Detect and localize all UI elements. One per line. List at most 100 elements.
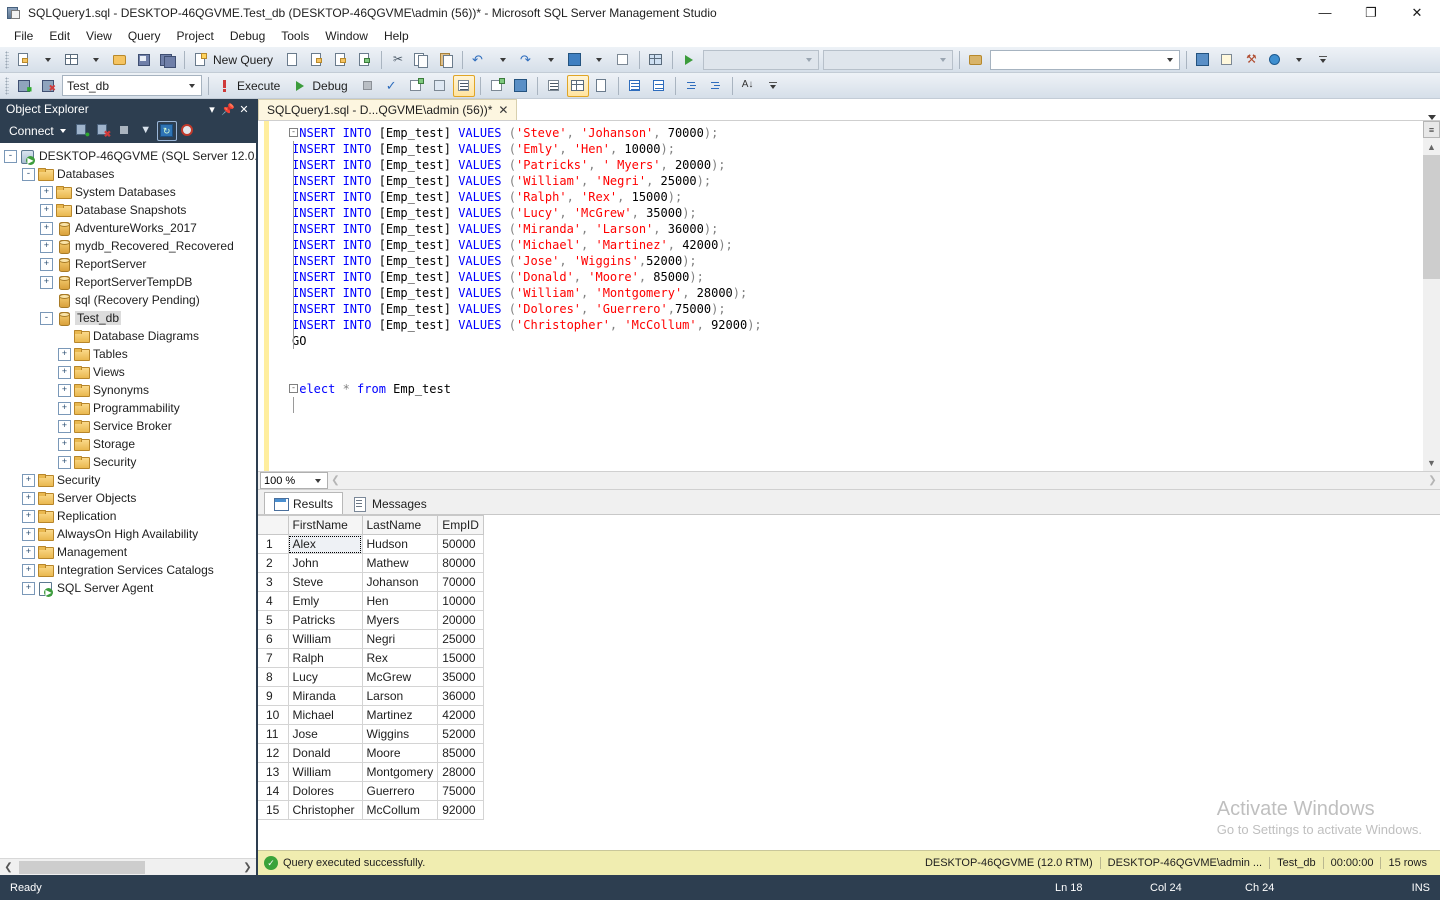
table-cell[interactable]: 75000: [437, 781, 485, 801]
table-row[interactable]: 15 Christopher McCollum 92000: [258, 800, 485, 820]
table-cell[interactable]: 36000: [437, 686, 485, 706]
table-row[interactable]: 14 Dolores Guerrero 75000: [258, 781, 485, 801]
tab-results[interactable]: Results: [264, 492, 344, 514]
tree-node[interactable]: Database Diagrams: [0, 327, 256, 345]
tabstrip-overflow[interactable]: [1428, 115, 1440, 120]
tree-node[interactable]: + Views: [0, 363, 256, 381]
menu-view[interactable]: View: [78, 26, 120, 46]
row-number[interactable]: 1: [258, 534, 289, 554]
tree-node[interactable]: + Integration Services Catalogs: [0, 561, 256, 579]
collapse-icon[interactable]: -: [4, 149, 17, 163]
fold-collapse-icon[interactable]: -: [289, 128, 298, 137]
menu-tools[interactable]: Tools: [273, 26, 317, 46]
table-cell[interactable]: William: [287, 762, 363, 782]
start-debug-button[interactable]: [678, 49, 700, 71]
table-cell[interactable]: Dolores: [287, 781, 363, 801]
table-cell[interactable]: Larson: [361, 686, 439, 706]
sql-toolbar-overflow-button[interactable]: [762, 75, 784, 97]
results-to-text-button[interactable]: [543, 75, 565, 97]
table-cell[interactable]: 92000: [437, 800, 485, 820]
row-number[interactable]: 7: [258, 648, 289, 668]
table-cell[interactable]: Montgomery: [361, 762, 439, 782]
tab-sqlquery1[interactable]: SQLQuery1.sql - D...QGVME\admin (56))* ✕: [258, 99, 518, 120]
editor-vscrollbar[interactable]: ≡ ▲ ▼: [1423, 121, 1440, 471]
row-number[interactable]: 10: [258, 705, 289, 725]
open-file-button[interactable]: [109, 49, 131, 71]
expand-icon[interactable]: +: [22, 527, 35, 541]
tree-node[interactable]: + Security: [0, 453, 256, 471]
panel-menu-chevron-icon[interactable]: ▾: [204, 103, 220, 116]
sort-az-button[interactable]: A↓: [738, 75, 760, 97]
table-cell[interactable]: Moore: [361, 743, 439, 763]
save-button[interactable]: [133, 49, 155, 71]
tree-node[interactable]: + mydb_Recovered_Recovered: [0, 237, 256, 255]
collapse-icon[interactable]: -: [22, 167, 35, 181]
menu-help[interactable]: Help: [376, 26, 417, 46]
new-item-button[interactable]: [61, 49, 83, 71]
refresh-button[interactable]: ↻: [156, 120, 177, 141]
tree-node[interactable]: + SQL Server Agent: [0, 579, 256, 597]
new-database-query-button[interactable]: [282, 49, 304, 71]
table-row[interactable]: 8 Lucy McGrew 35000: [258, 667, 485, 687]
table-cell[interactable]: Guerrero: [361, 781, 439, 801]
tree-node[interactable]: + AdventureWorks_2017: [0, 219, 256, 237]
cancel-executing-query-button[interactable]: [357, 75, 379, 97]
new-query-button[interactable]: New Query: [190, 49, 280, 71]
expand-icon[interactable]: +: [58, 437, 71, 451]
expand-icon[interactable]: +: [22, 581, 35, 595]
expand-icon[interactable]: +: [22, 545, 35, 559]
row-number[interactable]: 11: [258, 724, 289, 744]
table-row[interactable]: 9 Miranda Larson 36000: [258, 686, 485, 706]
menu-project[interactable]: Project: [169, 26, 222, 46]
chevron-down-icon[interactable]: [184, 77, 199, 95]
scroll-left-icon[interactable]: ❮: [0, 862, 17, 873]
row-number[interactable]: 14: [258, 781, 289, 801]
table-cell[interactable]: Patricks: [287, 610, 363, 630]
table-cell[interactable]: 80000: [437, 553, 485, 573]
execute-button[interactable]: Execute: [214, 75, 287, 97]
table-cell[interactable]: Johanson: [361, 572, 439, 592]
toolbar-options-button[interactable]: [1312, 49, 1334, 71]
row-number[interactable]: 12: [258, 743, 289, 763]
table-cell[interactable]: Christopher: [287, 800, 363, 820]
redo-button[interactable]: ↶: [516, 49, 538, 71]
table-cell[interactable]: 28000: [437, 762, 485, 782]
column-header[interactable]: FirstName: [287, 515, 363, 535]
table-cell[interactable]: Michael: [287, 705, 363, 725]
fold-collapse-icon[interactable]: -: [289, 384, 298, 393]
table-row[interactable]: 11 Jose Wiggins 52000: [258, 724, 485, 744]
toolbar-overflow-button[interactable]: [1288, 49, 1310, 71]
table-cell[interactable]: Lucy: [287, 667, 363, 687]
table-cell[interactable]: 35000: [437, 667, 485, 687]
copy-button[interactable]: [411, 49, 433, 71]
undo-dropdown[interactable]: [492, 49, 514, 71]
table-cell[interactable]: Donald: [287, 743, 363, 763]
chevron-down-icon[interactable]: [801, 51, 816, 69]
menu-edit[interactable]: Edit: [41, 26, 78, 46]
table-row[interactable]: 2 John Mathew 80000: [258, 553, 485, 573]
table-cell[interactable]: Hen: [361, 591, 439, 611]
table-row[interactable]: 10 Michael Martinez 42000: [258, 705, 485, 725]
chevron-down-icon[interactable]: [935, 51, 950, 69]
navigate-backward-dropdown[interactable]: [588, 49, 610, 71]
tools-options-button[interactable]: ⚒: [1240, 49, 1262, 71]
connect-button[interactable]: Connect: [6, 122, 72, 140]
results-grid[interactable]: FirstName LastName EmpID 1 Alex Hudson 50000 2 J…: [258, 515, 485, 820]
tree-node[interactable]: + Tables: [0, 345, 256, 363]
chevron-down-icon[interactable]: [1162, 51, 1177, 69]
table-cell[interactable]: Rex: [361, 648, 439, 668]
table-cell[interactable]: Steve: [287, 572, 363, 592]
web-browser-button[interactable]: [1264, 49, 1286, 71]
collapse-icon[interactable]: -: [40, 311, 53, 325]
object-explorer-tree[interactable]: -DESKTOP-46QGVME (SQL Server 12.0.2(-Dat…: [0, 143, 256, 858]
results-to-grid-button[interactable]: [452, 74, 475, 97]
disconnect-object-explorer-button[interactable]: ✖: [94, 121, 114, 141]
scroll-up-icon[interactable]: ▲: [1423, 138, 1440, 155]
save-all-button[interactable]: [157, 49, 179, 71]
results-to-grid-toggle[interactable]: [566, 74, 589, 97]
navigate-forward-button[interactable]: [612, 49, 634, 71]
minimize-button[interactable]: —: [1302, 0, 1348, 25]
table-row[interactable]: 7 Ralph Rex 15000: [258, 648, 485, 668]
object-explorer-hscrollbar[interactable]: ❮ ❯: [0, 858, 256, 875]
tree-node[interactable]: + Server Objects: [0, 489, 256, 507]
